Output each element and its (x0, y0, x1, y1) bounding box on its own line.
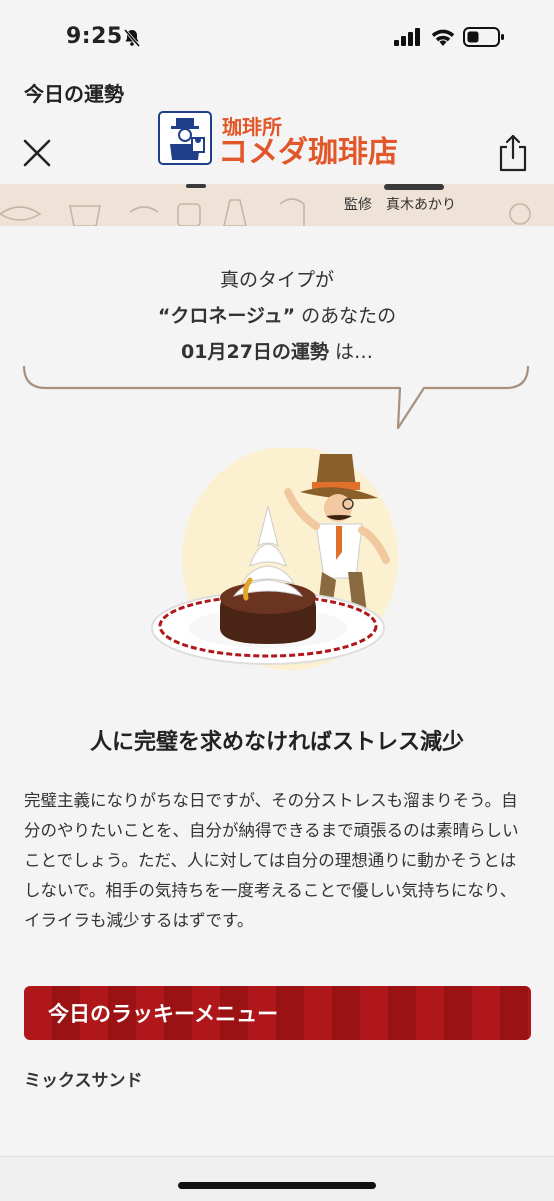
intro-line-1: 真のタイプが (219, 269, 334, 291)
fortune-heading: 人に完璧を求めなければストレス減少 (89, 730, 464, 755)
wifi-icon (430, 28, 456, 51)
speech-bubble-tail (22, 365, 530, 436)
type-name: “クロネージュ” (157, 305, 296, 327)
close-icon[interactable] (22, 138, 52, 172)
status-bar: 9:25 (0, 0, 554, 72)
battery-icon (463, 26, 505, 52)
cellular-signal-icon (394, 28, 422, 50)
komeda-logo: 珈琲所 コメダ珈琲店 (158, 110, 398, 172)
intro-line-3: 01月27日の運勢 は… (0, 334, 554, 370)
bell-off-icon (122, 28, 142, 52)
page-title: 今日の運勢 (24, 82, 124, 106)
dessert-character-illustration (150, 446, 410, 682)
status-time: 9:25 (66, 24, 123, 49)
intro-line-2: “クロネージュ” のあなたの (0, 298, 554, 334)
header-illustration-banner: 監修 真木あかり (0, 184, 554, 227)
intro-line-3-suffix: は… (328, 341, 373, 363)
fortune-body: 完璧主義になりがちな日ですが、その分ストレスも溜まりそう。自分のやりたいことを、… (24, 791, 519, 930)
lucky-menu-item: ミックスサンド (24, 1071, 143, 1091)
supervisor-credit: 監修 真木あかり (344, 197, 456, 213)
share-icon[interactable] (498, 134, 528, 176)
date-label: 01月27日の運勢 (181, 341, 329, 363)
lucky-menu-title: 今日のラッキーメニュー (48, 1002, 279, 1026)
lucky-menu-header: 今日のラッキーメニュー (24, 986, 531, 1040)
bottom-toolbar (0, 1156, 554, 1201)
fortune-intro: 真のタイプが “クロネージュ” のあなたの 01月27日の運勢 は… (0, 262, 554, 370)
home-indicator[interactable] (178, 1182, 376, 1189)
logo-main-text: コメダ珈琲店 (218, 135, 398, 168)
intro-line-2-suffix: のあなたの (295, 305, 397, 327)
